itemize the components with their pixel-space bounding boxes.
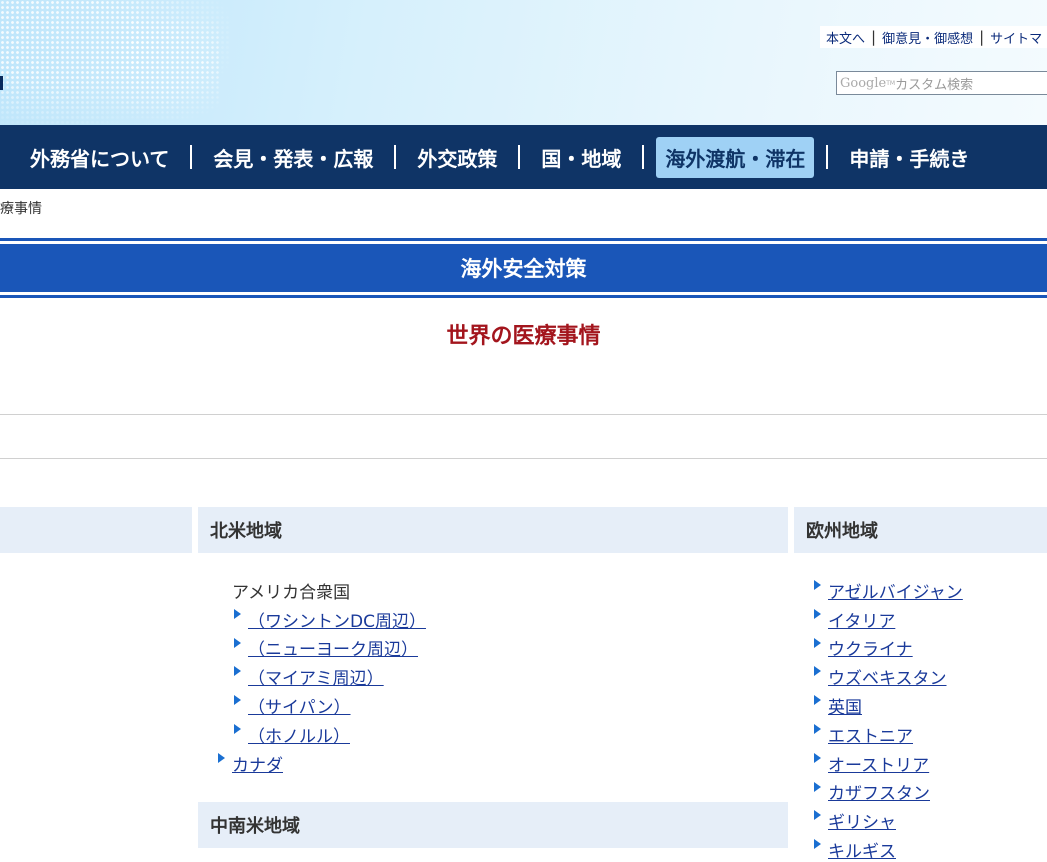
list-item: （ホノルル） xyxy=(232,720,426,749)
arrow-bullet-icon xyxy=(814,810,821,821)
country-link[interactable]: ウクライナ xyxy=(828,635,913,660)
list-item: アメリカ合衆国 xyxy=(232,576,426,605)
country-link[interactable]: イタリア xyxy=(828,607,895,632)
country-link[interactable]: アゼルバイジャン xyxy=(828,578,963,603)
region-header-central-south-america: 中南米地域 xyxy=(198,802,788,848)
list-item: ギリシャ xyxy=(814,806,963,835)
arrow-bullet-icon xyxy=(814,723,821,734)
region-title: 中南米地域 xyxy=(210,816,300,837)
list-item: アゼルバイジャン xyxy=(814,576,963,605)
nav-item-countries[interactable]: 国・地域 xyxy=(532,137,630,178)
search-placeholder: カスタム検索 xyxy=(895,77,974,93)
arrow-bullet-icon xyxy=(234,695,241,706)
nav-divider xyxy=(394,145,397,169)
divider xyxy=(0,414,1047,415)
arrow-bullet-icon xyxy=(234,723,241,734)
arrow-bullet-icon xyxy=(814,695,821,706)
list-item: カナダ xyxy=(218,749,426,778)
arrow-bullet-icon xyxy=(218,752,225,763)
nav-item-press[interactable]: 会見・発表・広報 xyxy=(204,137,382,178)
list-item: エストニア xyxy=(814,720,963,749)
north-america-list: アメリカ合衆国 （ワシントンDC周辺） （ニューヨーク周辺） （マイアミ周辺） … xyxy=(218,576,426,778)
nav-item-about[interactable]: 外務省について xyxy=(21,137,178,178)
country-link[interactable]: （マイアミ周辺） xyxy=(248,664,384,689)
list-item: ウズベキスタン xyxy=(814,662,963,691)
country-link[interactable]: ウズベキスタン xyxy=(828,664,947,689)
arrow-bullet-icon xyxy=(814,608,821,619)
section-banner-title: 海外安全対策 xyxy=(0,244,1047,292)
country-link[interactable]: ギリシャ xyxy=(828,808,896,833)
list-item: キルギス xyxy=(814,835,963,862)
nav-item-applications[interactable]: 申請・手続き xyxy=(840,137,978,178)
list-item: 英国 xyxy=(814,691,963,720)
region-header-blank xyxy=(0,507,192,553)
nav-divider xyxy=(826,145,829,169)
country-link[interactable]: カナダ xyxy=(232,751,283,776)
country-link[interactable]: （サイパン） xyxy=(248,693,351,718)
google-tm-mark: TM xyxy=(886,79,896,87)
arrow-bullet-icon xyxy=(814,666,821,677)
list-item: （ニューヨーク周辺） xyxy=(232,634,426,663)
list-item: （サイパン） xyxy=(232,691,426,720)
section-banner: 海外安全対策 xyxy=(0,238,1047,298)
country-link[interactable]: （ニューヨーク周辺） xyxy=(248,635,418,660)
list-item: （マイアミ周辺） xyxy=(232,662,426,691)
site-header: 本文へ | 御意見・御感想 | サイトマ Google TM カスタム検索 xyxy=(0,0,1047,125)
region-title: 北米地域 xyxy=(210,521,282,542)
region-header-north-america: 北米地域 xyxy=(198,507,788,553)
arrow-bullet-icon xyxy=(814,752,821,763)
arrow-bullet-icon xyxy=(234,608,241,619)
nav-divider xyxy=(642,145,645,169)
arrow-bullet-icon xyxy=(814,781,821,792)
country-link[interactable]: キルギス xyxy=(828,837,896,862)
country-link[interactable]: エストニア xyxy=(828,722,913,747)
world-map-graphic-detail xyxy=(80,20,220,125)
divider xyxy=(0,458,1047,459)
nav-item-policy[interactable]: 外交政策 xyxy=(408,137,506,178)
nav-divider xyxy=(518,145,521,169)
search-input[interactable]: Google TM カスタム検索 xyxy=(836,71,1047,95)
arrow-bullet-icon xyxy=(814,839,821,850)
nav-item-overseas-travel[interactable]: 海外渡航・滞在 xyxy=(656,136,815,178)
arrow-bullet-icon xyxy=(234,637,241,648)
sitemap-link[interactable]: サイトマ xyxy=(984,28,1047,47)
list-item: カザフスタン xyxy=(814,778,963,807)
main-nav: 外務省について 会見・発表・広報 外交政策 国・地域 海外渡航・滞在 申請・手続… xyxy=(0,125,1047,189)
region-title: 欧州地域 xyxy=(806,521,878,542)
arrow-bullet-icon xyxy=(814,580,821,590)
list-item: ウクライナ xyxy=(814,634,963,663)
europe-list: アゼルバイジャン イタリア ウクライナ ウズベキスタン 英国 エストニア オース… xyxy=(814,576,963,862)
list-item: イタリア xyxy=(814,605,963,634)
breadcrumb: 療事情 xyxy=(0,201,42,217)
country-label: アメリカ合衆国 xyxy=(232,582,351,603)
country-link[interactable]: 英国 xyxy=(828,693,862,718)
logo-fragment xyxy=(0,76,3,90)
nav-divider xyxy=(190,145,193,169)
page-title: 世界の医療事情 xyxy=(446,324,601,349)
google-logo: Google xyxy=(840,75,887,91)
arrow-bullet-icon xyxy=(234,666,241,677)
utility-links: 本文へ | 御意見・御感想 | サイトマ xyxy=(820,26,1047,48)
country-link[interactable]: （ホノルル） xyxy=(248,722,350,747)
arrow-bullet-icon xyxy=(814,637,821,648)
region-header-europe: 欧州地域 xyxy=(794,507,1047,553)
skip-to-content-link[interactable]: 本文へ xyxy=(820,28,871,47)
country-link[interactable]: オーストリア xyxy=(828,751,929,776)
list-item: オーストリア xyxy=(814,749,963,778)
country-link[interactable]: （ワシントンDC周辺） xyxy=(248,607,426,632)
feedback-link[interactable]: 御意見・御感想 xyxy=(876,28,979,47)
list-item: （ワシントンDC周辺） xyxy=(232,605,426,634)
country-link[interactable]: カザフスタン xyxy=(828,779,930,804)
